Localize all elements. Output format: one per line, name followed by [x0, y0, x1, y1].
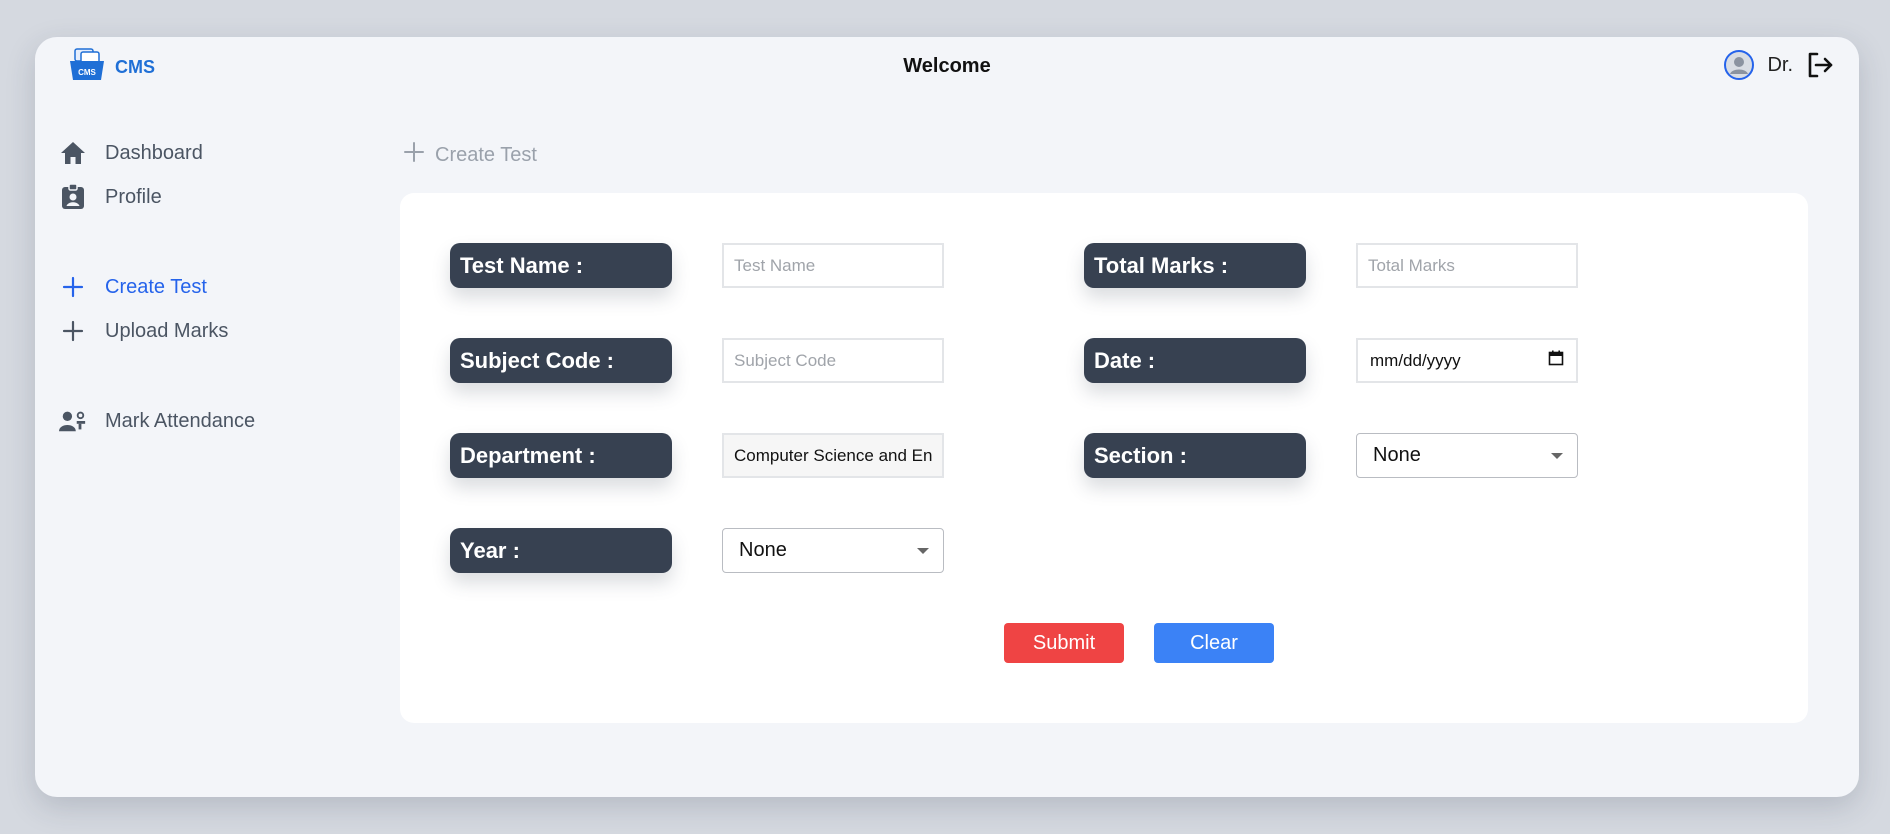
sidebar-item-upload-marks[interactable]: Upload Marks [59, 309, 359, 353]
sidebar-item-profile[interactable]: Profile [59, 175, 359, 219]
breadcrumb: Create Test [403, 141, 537, 169]
create-test-form: Test Name : Total Marks : Subject Code :… [400, 193, 1808, 723]
sidebar-item-label: Create Test [105, 275, 207, 298]
department-input[interactable] [722, 433, 944, 478]
sidebar-item-dashboard[interactable]: Dashboard [59, 131, 359, 175]
avatar-icon[interactable] [1723, 49, 1755, 81]
date-placeholder: mm/dd/yyyy [1370, 350, 1461, 370]
chevron-down-icon [917, 547, 929, 554]
logout-icon[interactable] [1805, 50, 1835, 80]
section-selected-value: None [1373, 444, 1421, 466]
test-name-label: Test Name : [450, 243, 672, 288]
section-select[interactable]: None [1356, 433, 1578, 478]
app-window: CMS CMS Welcome Dr. Dashboard Profile Cr… [35, 37, 1859, 797]
home-icon [59, 141, 87, 165]
year-selected-value: None [739, 539, 787, 561]
user-name: Dr. [1767, 53, 1793, 76]
year-label: Year : [450, 528, 672, 573]
profile-badge-icon [59, 184, 87, 210]
test-name-input[interactable] [722, 243, 944, 288]
subject-code-label: Subject Code : [450, 338, 672, 383]
total-marks-label: Total Marks : [1084, 243, 1306, 288]
sidebar-item-label: Mark Attendance [105, 409, 256, 432]
section-label: Section : [1084, 433, 1306, 478]
subject-code-input[interactable] [722, 338, 944, 383]
teacher-icon [59, 409, 87, 433]
sidebar-item-label: Profile [105, 185, 162, 208]
sidebar-item-mark-attendance[interactable]: Mark Attendance [59, 399, 359, 443]
submit-button[interactable]: Submit [1004, 623, 1124, 663]
plus-icon [403, 141, 425, 169]
department-label: Department : [450, 433, 672, 478]
total-marks-input[interactable] [1356, 243, 1578, 288]
date-input[interactable]: mm/dd/yyyy [1356, 338, 1578, 383]
chevron-down-icon [1551, 452, 1563, 459]
user-area: Dr. [1723, 49, 1835, 81]
calendar-icon[interactable] [1548, 350, 1564, 371]
header: CMS CMS Welcome Dr. [35, 37, 1859, 97]
sidebar-item-label: Dashboard [105, 141, 203, 164]
breadcrumb-label: Create Test [435, 143, 537, 166]
sidebar: Dashboard Profile Create Test Upload Mar… [59, 131, 359, 443]
clear-button[interactable]: Clear [1154, 623, 1274, 663]
date-label: Date : [1084, 338, 1306, 383]
plus-icon [59, 276, 87, 298]
sidebar-item-create-test[interactable]: Create Test [59, 265, 359, 309]
page-title: Welcome [903, 55, 991, 77]
sidebar-item-label: Upload Marks [105, 319, 229, 342]
year-select[interactable]: None [722, 528, 944, 573]
plus-icon [59, 320, 87, 342]
